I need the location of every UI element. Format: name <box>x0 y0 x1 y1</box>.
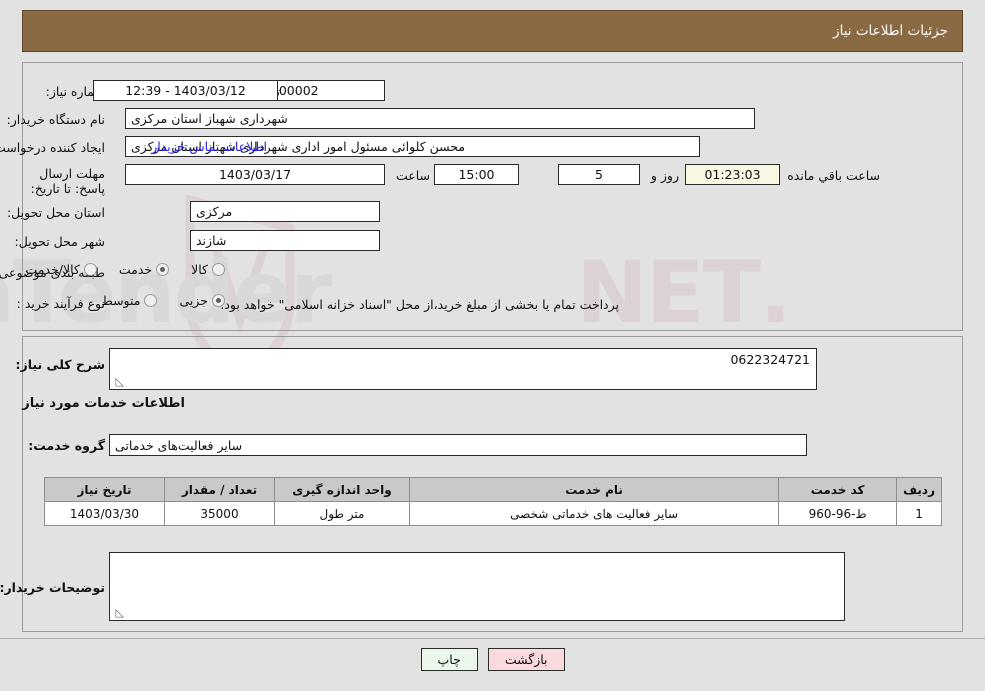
purchase-process-option-0[interactable]: جزیی <box>179 293 225 308</box>
services-section-heading: اطلاعات خدمات مورد نیاز <box>22 396 185 411</box>
radio-button-icon[interactable] <box>212 263 225 276</box>
delivery-province-label: استان محل تحویل: <box>6 205 105 220</box>
purchase-process-option-label: متوسط <box>101 293 141 308</box>
service-group-field[interactable]: سایر فعالیت‌های خدماتی <box>109 434 807 456</box>
radio-button-icon[interactable] <box>83 263 97 276</box>
col-unit: واحد اندازه گیری <box>274 477 410 502</box>
delivery-province-field[interactable]: مرکزی <box>190 201 380 222</box>
table-header-row: ردیف کد خدمت نام خدمت واحد اندازه گیری ت… <box>44 477 942 502</box>
col-radif: ردیف <box>896 477 942 502</box>
subject-category-option-label: کالا/خدمت <box>25 262 80 277</box>
cell-service-code: ط-96-960 <box>778 501 898 526</box>
service-items-table: ردیف کد خدمت نام خدمت واحد اندازه گیری ت… <box>44 477 942 526</box>
radio-button-icon[interactable] <box>144 294 158 307</box>
col-service-code: کد خدمت <box>778 477 898 502</box>
general-desc-textarea[interactable]: 0622324721 ◺ <box>109 348 817 390</box>
deadline-time-field[interactable]: 15:00 <box>434 164 519 185</box>
cell-unit: متر طول <box>274 501 410 526</box>
footer-divider <box>0 638 985 639</box>
service-group-label: گروه خدمت: <box>28 438 105 453</box>
resize-grip-icon[interactable]: ◺ <box>112 607 124 619</box>
page-header: جزئیات اطلاعات نیاز <box>22 10 963 52</box>
subject-category-option-0[interactable]: کالا <box>191 262 225 277</box>
col-service-name: نام خدمت <box>408 477 780 502</box>
subject-category-option-label: کالا <box>191 262 208 277</box>
subject-category-option-2[interactable]: کالا/خدمت <box>25 262 97 277</box>
page-root: AriaTender .NET جزئیات اطلاعات نیاز شمار… <box>0 0 985 691</box>
subject-category-option-label: خدمت <box>118 262 153 277</box>
deadline-countdown-field: 01:23:03 <box>685 164 780 185</box>
deadline-days-field[interactable]: 5 <box>558 164 640 185</box>
buyer-contact-link[interactable]: اطلاعات تماس خریدار <box>151 139 267 154</box>
col-need-date: تاریخ نیاز <box>44 477 165 502</box>
treasury-payment-note: پرداخت تمام یا بخشی از مبلغ خرید،از محل … <box>220 297 619 312</box>
general-desc-label: شرح کلی نیاز: <box>15 357 105 372</box>
delivery-city-field[interactable]: شازند <box>190 230 380 251</box>
deadline-remaining-label: ساعت باقي مانده <box>787 168 880 183</box>
resize-grip-icon[interactable]: ◺ <box>112 376 124 388</box>
radio-button-icon[interactable] <box>156 263 170 276</box>
delivery-city-label: شهر محل تحویل: <box>14 234 105 249</box>
cell-quantity: 35000 <box>164 501 275 526</box>
public-announce-field[interactable]: 1403/03/12 - 12:39 <box>93 80 278 101</box>
buyer-org-label: نام دستگاه خریدار: <box>6 112 105 127</box>
deadline-date-field[interactable]: 1403/03/17 <box>125 164 385 185</box>
service-items-table-wrapper: ردیف کد خدمت نام خدمت واحد اندازه گیری ت… <box>44 477 942 526</box>
purchase-process-option-label: جزیی <box>179 293 208 308</box>
back-button[interactable]: بازگشت <box>487 648 565 671</box>
purchase-process-radio-group[interactable]: جزیی متوسط <box>85 293 225 308</box>
purchase-process-option-1[interactable]: متوسط <box>101 293 158 308</box>
col-quantity: تعداد / مقدار <box>164 477 275 502</box>
request-creator-label: ایجاد کننده درخواست: <box>0 140 105 155</box>
deadline-label: مهلت ارسال پاسخ: تا تاریخ: <box>30 166 105 196</box>
deadline-days-label: روز و <box>650 168 679 183</box>
subject-category-radio-group[interactable]: کالا خدمت کالا/خدمت <box>9 262 225 277</box>
buyer-notes-label: توضیحات خریدار: <box>0 580 105 595</box>
print-button[interactable]: چاپ <box>420 648 478 671</box>
cell-radif: 1 <box>896 501 942 526</box>
buyer-org-field[interactable]: شهرداری شهباز استان مرکزی <box>125 108 755 129</box>
top-info-panel <box>22 62 963 331</box>
buyer-notes-textarea[interactable]: ◺ <box>109 552 845 621</box>
footer-button-bar: بازگشت چاپ <box>0 648 985 671</box>
general-desc-value: 0622324721 <box>730 352 810 367</box>
page-title: جزئیات اطلاعات نیاز <box>833 23 948 39</box>
subject-category-option-1[interactable]: خدمت <box>118 262 170 277</box>
cell-need-date: 1403/03/30 <box>44 501 165 526</box>
cell-service-name: سایر فعالیت های خدماتی شخصی <box>408 501 780 526</box>
table-row: 1 ط-96-960 سایر فعالیت های خدماتی شخصی م… <box>44 501 942 526</box>
deadline-time-label: ساعت <box>395 168 430 183</box>
